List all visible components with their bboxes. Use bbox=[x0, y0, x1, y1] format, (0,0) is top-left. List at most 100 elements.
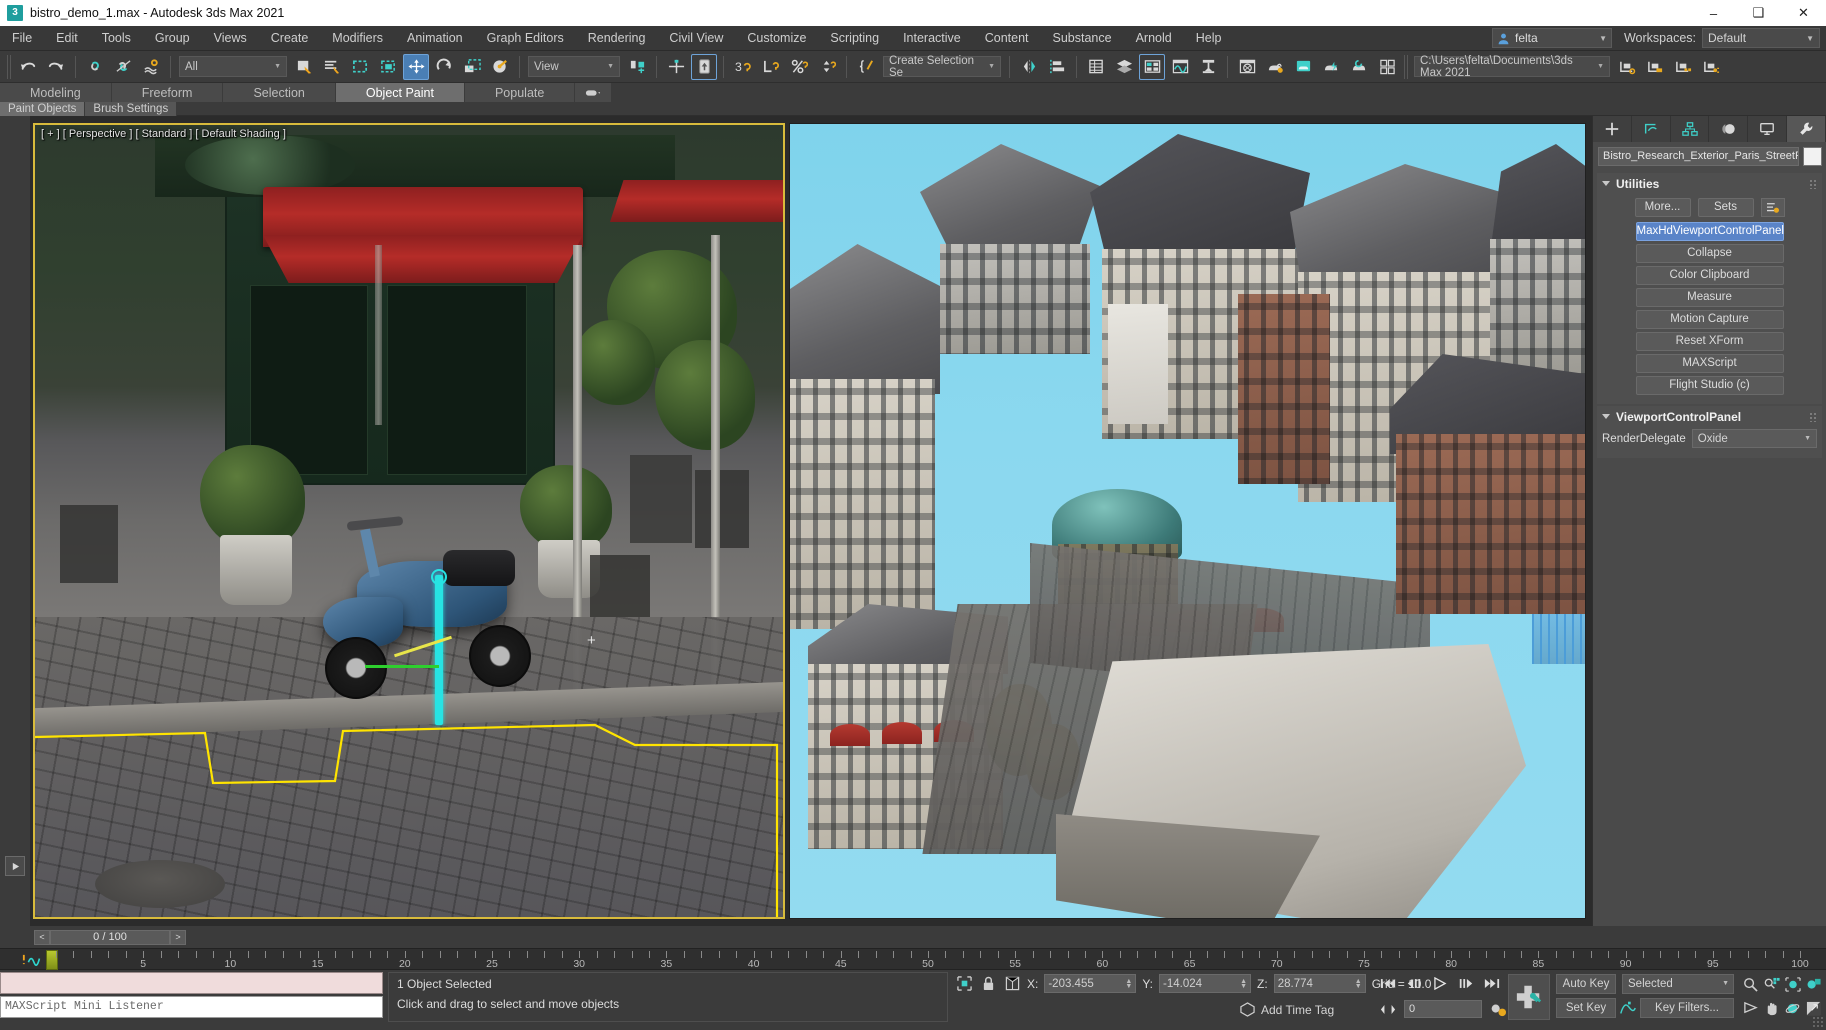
key-mode-icon[interactable] bbox=[1378, 1000, 1398, 1018]
utility-measure-button[interactable]: Measure bbox=[1636, 288, 1784, 307]
menu-item-create[interactable]: Create bbox=[259, 26, 321, 51]
utility-reset-xform-button[interactable]: Reset XForm bbox=[1636, 332, 1784, 351]
key-filters-button[interactable]: Key Filters... bbox=[1640, 998, 1734, 1018]
goto-start-icon[interactable] bbox=[1378, 974, 1398, 992]
maximize-viewport-icon[interactable] bbox=[1805, 1000, 1822, 1017]
zoom-all-icon[interactable] bbox=[1763, 976, 1780, 993]
menu-item-substance[interactable]: Substance bbox=[1041, 26, 1124, 51]
angle-snap-toggle-button[interactable] bbox=[758, 54, 784, 80]
menu-item-group[interactable]: Group bbox=[143, 26, 202, 51]
object-color-swatch[interactable] bbox=[1803, 147, 1822, 166]
utility-motion-capture-button[interactable]: Motion Capture bbox=[1636, 310, 1784, 329]
align-flyout-button[interactable] bbox=[1044, 54, 1070, 80]
menu-item-views[interactable]: Views bbox=[202, 26, 259, 51]
create-tab[interactable] bbox=[1593, 116, 1632, 142]
zoom-extents-icon[interactable] bbox=[1784, 976, 1801, 993]
utility-flight-studio-button[interactable]: Flight Studio (c) bbox=[1636, 376, 1784, 395]
named-selection-set-input[interactable]: Create Selection Se ▼ bbox=[883, 56, 1001, 77]
reference-coordinate-system-select[interactable]: View ▼ bbox=[528, 56, 620, 77]
key-filter-set-select[interactable]: Selected ▼ bbox=[1622, 974, 1734, 994]
snaps-toggle-button[interactable] bbox=[691, 54, 717, 80]
select-object-button[interactable] bbox=[291, 54, 317, 80]
schematic-view-button[interactable] bbox=[1195, 54, 1221, 80]
spinner-arrows-icon[interactable]: ▲▼ bbox=[1240, 979, 1247, 989]
zoom-region-icon[interactable] bbox=[1805, 976, 1822, 993]
spinner-snap-toggle-button[interactable] bbox=[814, 54, 840, 80]
mirror-button[interactable] bbox=[1016, 54, 1042, 80]
user-account-chip[interactable]: felta ▼ bbox=[1492, 28, 1612, 48]
select-and-rotate-button[interactable] bbox=[431, 54, 457, 80]
unlink-selection-button[interactable] bbox=[110, 54, 136, 80]
spinner-arrows-icon[interactable]: ▲▼ bbox=[1125, 979, 1132, 989]
menu-item-customize[interactable]: Customize bbox=[735, 26, 818, 51]
select-and-link-button[interactable] bbox=[82, 54, 108, 80]
utility-maxscript-button[interactable]: MAXScript bbox=[1636, 354, 1784, 373]
select-and-move-button[interactable] bbox=[403, 54, 429, 80]
utility-maxhdviewportcontrolpanel-button[interactable]: MaxHdViewportControlPanel bbox=[1636, 222, 1784, 241]
select-and-manipulate-button[interactable] bbox=[663, 54, 689, 80]
menu-item-graph-editors[interactable]: Graph Editors bbox=[475, 26, 576, 51]
layer-explorer-button[interactable] bbox=[1083, 54, 1109, 80]
menu-item-content[interactable]: Content bbox=[973, 26, 1041, 51]
render-setup-button[interactable] bbox=[1262, 54, 1288, 80]
open-explorer-button[interactable] bbox=[1374, 54, 1400, 80]
selection-lock-icon[interactable] bbox=[979, 975, 997, 993]
minimize-button[interactable]: – bbox=[1691, 0, 1736, 26]
ribbon-subtab-brush-settings[interactable]: Brush Settings bbox=[85, 102, 177, 116]
close-button[interactable]: ✕ bbox=[1781, 0, 1826, 26]
selection-filter-select[interactable]: All ▼ bbox=[179, 56, 287, 77]
absolute-mode-icon[interactable] bbox=[1003, 975, 1021, 993]
menu-item-edit[interactable]: Edit bbox=[44, 26, 90, 51]
viewport-aerial[interactable] bbox=[789, 123, 1586, 919]
curve-editor-button[interactable] bbox=[1167, 54, 1193, 80]
maxscript-output-pane[interactable] bbox=[0, 972, 383, 994]
utility-collapse-button[interactable]: Collapse bbox=[1636, 244, 1784, 263]
ribbon-toggle-button[interactable] bbox=[1139, 54, 1165, 80]
current-frame-field[interactable]: 0 bbox=[1404, 1000, 1482, 1018]
auto-key-button[interactable]: Auto Key bbox=[1556, 974, 1616, 994]
viewport-control-panel-header[interactable]: ViewportControlPanel bbox=[1597, 406, 1822, 427]
maximize-button[interactable]: ❑ bbox=[1736, 0, 1781, 26]
add-time-tag-control[interactable]: Add Time Tag bbox=[1240, 1002, 1334, 1017]
spinner-arrows-icon[interactable]: ▲▼ bbox=[1355, 979, 1362, 989]
workspace-select[interactable]: Default ▼ bbox=[1702, 28, 1820, 48]
default-in-out-tangent-icon[interactable] bbox=[1618, 998, 1638, 1018]
maxscript-input-field[interactable]: MAXScript Mini Listener bbox=[0, 996, 383, 1018]
project-set-button[interactable] bbox=[1670, 54, 1696, 80]
set-key-button[interactable]: Set Key bbox=[1556, 998, 1616, 1018]
select-by-name-button[interactable] bbox=[319, 54, 345, 80]
move-gizmo-x-axis[interactable] bbox=[365, 665, 439, 668]
toolbar-drag-handle[interactable] bbox=[7, 55, 11, 79]
use-center-flyout-button[interactable] bbox=[624, 54, 650, 80]
select-and-place-button[interactable] bbox=[487, 54, 513, 80]
bind-to-space-warp-button[interactable] bbox=[138, 54, 164, 80]
ribbon-tab-object-paint[interactable]: Object Paint bbox=[336, 83, 465, 102]
key-filter-icon[interactable] bbox=[22, 953, 44, 966]
configure-sets-icon[interactable] bbox=[1761, 198, 1785, 217]
orbit-icon[interactable] bbox=[1784, 1000, 1801, 1017]
window-crossing-toggle-button[interactable] bbox=[375, 54, 401, 80]
window-resize-grip[interactable] bbox=[1812, 1016, 1824, 1028]
edit-named-selection-sets-button[interactable] bbox=[853, 54, 879, 80]
utility-color-clipboard-button[interactable]: Color Clipboard bbox=[1636, 266, 1784, 285]
set-keys-button[interactable] bbox=[1508, 974, 1550, 1020]
menu-item-help[interactable]: Help bbox=[1184, 26, 1234, 51]
render-iterative-button[interactable] bbox=[1346, 54, 1372, 80]
move-gizmo-z-axis[interactable] bbox=[435, 575, 443, 725]
object-name-field[interactable]: Bistro_Research_Exterior_Paris_StreetPiv… bbox=[1598, 147, 1799, 166]
x-coordinate-field[interactable]: -203.455 ▲▼ bbox=[1044, 974, 1136, 993]
project-folder-select[interactable]: C:\Users\felta\Documents\3ds Max 2021 ▼ bbox=[1414, 56, 1610, 77]
select-and-scale-button[interactable] bbox=[459, 54, 485, 80]
play-icon[interactable] bbox=[1430, 974, 1450, 992]
menu-item-modifiers[interactable]: Modifiers bbox=[320, 26, 395, 51]
redo-button[interactable] bbox=[43, 54, 69, 80]
y-coordinate-field[interactable]: -14.024 ▲▼ bbox=[1159, 974, 1251, 993]
time-configuration-icon[interactable] bbox=[1488, 1000, 1508, 1018]
menu-item-civil-view[interactable]: Civil View bbox=[657, 26, 735, 51]
utilities-tab[interactable] bbox=[1787, 116, 1826, 142]
menu-item-arnold[interactable]: Arnold bbox=[1124, 26, 1184, 51]
material-editor-button[interactable] bbox=[1234, 54, 1260, 80]
menu-item-rendering[interactable]: Rendering bbox=[576, 26, 658, 51]
hand-icon[interactable] bbox=[1763, 1000, 1780, 1017]
next-frame-icon[interactable] bbox=[1456, 974, 1476, 992]
